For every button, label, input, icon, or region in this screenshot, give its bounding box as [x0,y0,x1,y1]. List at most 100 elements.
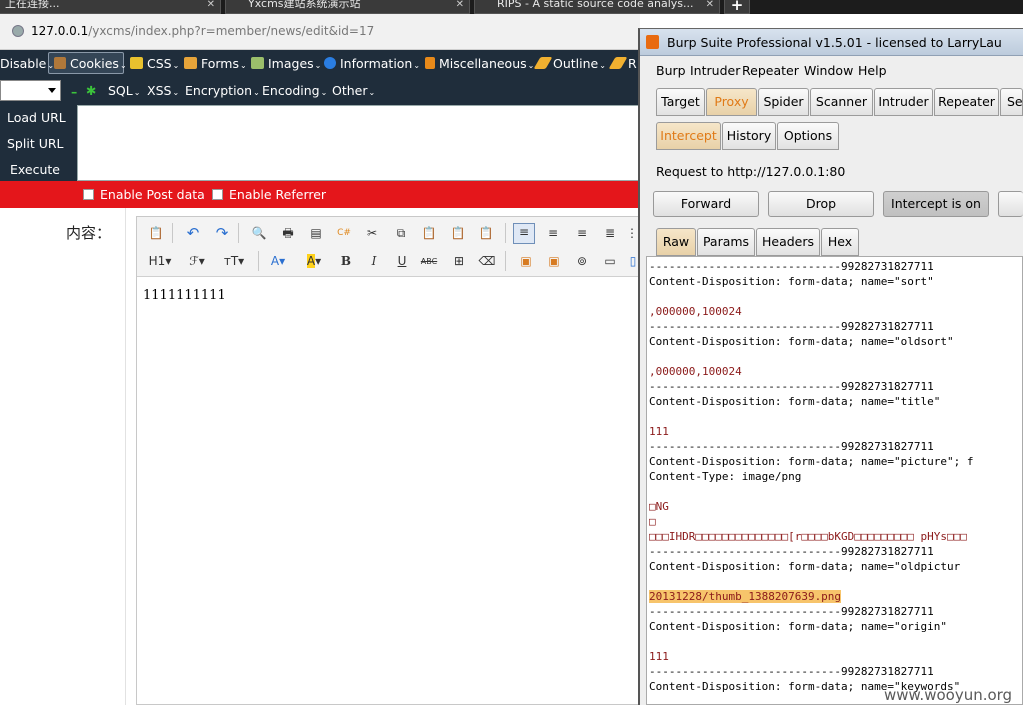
tab-scanner[interactable]: Scanner [810,88,873,116]
print-icon[interactable]: 🖶 [279,225,297,242]
new-tab-button[interactable]: + [724,0,750,14]
highlight-color-icon[interactable]: A▾ [301,253,327,270]
css-wand-icon [130,57,143,69]
tab-history[interactable]: History [722,122,776,150]
align-center-icon[interactable]: ≡ [544,225,562,242]
redo-icon[interactable]: ↷ [213,225,231,242]
paste-icon[interactable]: 📋 [420,225,438,242]
toolbar-separator [505,251,506,271]
split-url-button[interactable]: Split URL [7,136,64,151]
menu-encryption[interactable]: Encryption⌄ [185,83,260,98]
eraser-icon[interactable]: ⌫ [478,253,496,270]
hackbar-select[interactable] [0,80,61,101]
code-icon[interactable]: C# [335,225,353,242]
menu-r[interactable]: R [608,56,637,71]
tab-target[interactable]: Target [656,88,705,116]
font-size-icon[interactable]: тT▾ [221,253,247,270]
tab-proxy[interactable]: Proxy [706,88,757,116]
menu-information[interactable]: Information⌄ [324,56,420,71]
insert-image-icon[interactable]: ▣ [517,253,535,270]
drop-button[interactable]: Drop [768,191,874,217]
menu-window[interactable]: Window [804,63,853,78]
menu-xss[interactable]: XSS⌄ [147,83,179,98]
more-icon[interactable]: ▯ [628,253,638,270]
burp-logo-icon [646,35,659,49]
request-line: -----------------------------99282731827… [649,320,934,333]
align-right-icon[interactable]: ≡ [573,225,591,242]
strikethrough-icon[interactable]: ABC [420,253,438,270]
forward-button[interactable]: Forward [653,191,759,217]
paste-text-icon[interactable]: 📋 [449,225,467,242]
underline-icon[interactable]: U [393,253,411,270]
menu-intruder[interactable]: Intruder [690,63,740,78]
url-text[interactable]: 127.0.0.1/yxcms/index.php?r=member/news/… [31,24,374,38]
editor-content[interactable]: 1111111111 [143,288,226,303]
address-bar[interactable]: 127.0.0.1/yxcms/index.php?r=member/news/… [0,14,640,50]
insert-video-icon[interactable]: ▭ [601,253,619,270]
menu-encoding[interactable]: Encoding⌄ [262,83,327,98]
browser-tab-strip: 上在连接... ✕ Yxcms建站系统演示站 ✕ RIPS - A static… [0,0,1023,14]
enable-post-checkbox[interactable] [83,189,94,200]
menu-css[interactable]: CSS⌄ [130,56,179,71]
load-url-button[interactable]: Load URL [7,110,66,125]
bold-icon[interactable]: B [337,253,355,270]
menu-help[interactable]: Help [858,63,887,78]
menu-other[interactable]: Other⌄ [332,83,375,98]
request-line: Content-Disposition: form-data; name="ol… [649,335,954,348]
menu-repeater[interactable]: Repeater [742,63,799,78]
menu-forms[interactable]: Forms⌄ [184,56,247,71]
menu-outline[interactable]: Outline⌄ [533,56,606,71]
close-icon[interactable]: ✕ [207,0,215,12]
browser-tab[interactable]: 上在连接... ✕ [0,0,221,14]
tab-headers[interactable]: Headers [756,228,820,256]
tab-raw[interactable]: Raw [656,228,696,256]
font-family-icon[interactable]: ℱ▾ [185,253,209,270]
raw-request-pane[interactable]: -----------------------------99282731827… [646,256,1023,705]
template-icon[interactable]: ▤ [307,225,325,242]
menu-images[interactable]: Images⌄ [251,56,321,71]
browser-tab[interactable]: Yxcms建站系统演示站 ✕ [225,0,470,14]
insert-flash-icon[interactable]: ▣ [545,253,563,270]
close-icon[interactable]: ✕ [706,0,714,12]
more-icon[interactable]: ⋮ [626,225,638,242]
tab-repeater[interactable]: Repeater [934,88,999,116]
copy-icon[interactable]: ⧉ [392,225,410,242]
justify-icon[interactable]: ≣ [601,225,619,242]
table-icon[interactable]: ⊞ [450,253,468,270]
asterisk-icon[interactable]: ✱ [86,83,96,98]
menu-cookies[interactable]: Cookies⌄ [54,56,127,71]
tab-hex[interactable]: Hex [821,228,859,256]
source-icon[interactable]: 📋 [147,225,165,242]
tab-intercept[interactable]: Intercept [656,122,721,150]
preview-icon[interactable]: 🔍 [250,225,268,242]
menu-disable[interactable]: Disable⌄ [0,56,54,71]
cut-icon[interactable]: ✂ [363,225,381,242]
tab-spider[interactable]: Spider [758,88,809,116]
intercept-toggle-button[interactable]: Intercept is on [883,191,989,217]
enable-referrer-checkbox[interactable] [212,189,223,200]
hackbar-url-textarea[interactable] [77,105,640,181]
toolbar-separator [238,223,239,243]
tab-params[interactable]: Params [697,228,755,256]
align-left-icon[interactable]: ≡ [513,223,535,244]
request-line: Content-Disposition: form-data; name="ol… [649,560,961,573]
menu-burp[interactable]: Burp [656,63,686,78]
insert-media-icon[interactable]: ⊚ [573,253,591,270]
action-button[interactable] [998,191,1023,217]
close-icon[interactable]: ✕ [456,0,464,12]
font-color-icon[interactable]: A▾ [267,253,289,270]
browser-tab[interactable]: RIPS - A static source code analys... ✕ [474,0,720,14]
request-line: -----------------------------99282731827… [649,665,934,678]
tab-options[interactable]: Options [777,122,839,150]
italic-icon[interactable]: I [365,253,383,270]
tab-sequencer[interactable]: Se [1000,88,1023,116]
menu-miscellaneous[interactable]: Miscellaneous⌄ [425,56,534,71]
undo-icon[interactable]: ↶ [184,225,202,242]
tab-intruder[interactable]: Intruder [874,88,933,116]
paste-word-icon[interactable]: 📋 [477,225,495,242]
minus-icon[interactable]: – [71,84,77,99]
toolbar-separator [258,251,259,271]
heading-icon[interactable]: H1▾ [145,253,175,270]
execute-button[interactable]: Execute [10,162,60,177]
menu-sql[interactable]: SQL⌄ [108,83,140,98]
